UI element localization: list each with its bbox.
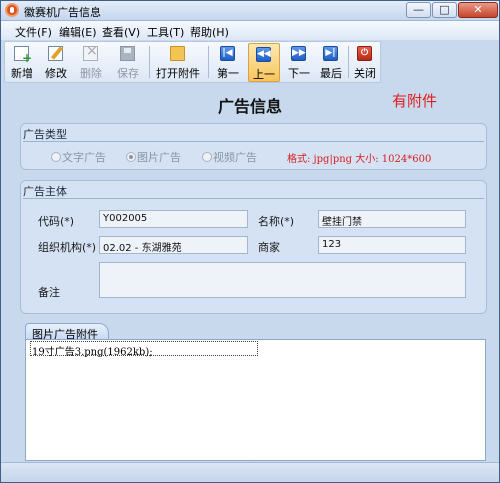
- save-button[interactable]: 保存: [111, 43, 145, 82]
- new-button[interactable]: 新增: [7, 43, 37, 82]
- vendor-label: 商家: [258, 241, 280, 254]
- ad-type-group: 广告类型 文字广告 图片广告 视频广告 格式: jpg|png 大小: 1024…: [20, 123, 487, 170]
- title-bar: 徽赛机广告信息 — □ ✕: [1, 1, 499, 21]
- radio-circle: [202, 152, 212, 162]
- menu-help[interactable]: 帮助(H): [190, 24, 229, 40]
- name-field[interactable]: 壁挂门禁: [318, 210, 466, 228]
- vendor-field[interactable]: 123: [318, 236, 466, 254]
- attachment-panel: 19寸广告3.png(1962kb);: [25, 339, 486, 461]
- last-record-icon: ▶|: [323, 46, 338, 61]
- app-logo-icon: [5, 3, 19, 17]
- organization-label: 组织机构(*): [38, 241, 97, 254]
- window-title: 徽赛机广告信息: [24, 6, 101, 19]
- first-record-icon: |◀: [220, 46, 235, 61]
- modify-button[interactable]: 修改: [41, 43, 71, 82]
- window-close-button[interactable]: ✕: [458, 2, 498, 18]
- toolbar-separator: [208, 46, 209, 78]
- radio-image-ad-label: 图片广告: [137, 151, 181, 164]
- new-button-label: 新增: [11, 67, 33, 80]
- save-disk-icon: [120, 46, 135, 61]
- delete-button[interactable]: 删除: [75, 43, 107, 82]
- first-record-button[interactable]: |◀ 第一: [212, 43, 244, 82]
- form-content: 广告信息 有附件 广告类型 文字广告 图片广告 视频广告 格式: jpg|png…: [4, 86, 496, 461]
- next-record-button[interactable]: ▶▶ 下一: [283, 43, 315, 82]
- radio-circle: [51, 152, 61, 162]
- menu-file[interactable]: 文件(F): [15, 24, 52, 40]
- ad-subject-group: 广告主体 代码(*) Y002005 名称(*) 壁挂门禁 组织机构(*) 02…: [20, 180, 487, 314]
- menu-edit[interactable]: 编辑(E): [59, 24, 97, 40]
- name-label: 名称(*): [258, 215, 295, 228]
- menu-tools[interactable]: 工具(T): [147, 24, 184, 40]
- status-bar: [1, 462, 499, 482]
- edit-icon: [48, 46, 63, 61]
- maximize-button[interactable]: □: [432, 2, 457, 18]
- radio-text-ad-label: 文字广告: [62, 151, 106, 164]
- last-record-label: 最后: [320, 67, 342, 80]
- remark-label: 备注: [38, 286, 60, 299]
- menu-bar: 文件(F) 编辑(E) 查看(V) 工具(T) 帮助(H): [1, 21, 499, 40]
- open-attachment-label: 打开附件: [156, 67, 200, 80]
- radio-image-ad[interactable]: 图片广告: [126, 149, 181, 165]
- close-form-button[interactable]: ⏻ 关闭: [350, 43, 380, 82]
- radio-circle-selected: [126, 152, 136, 162]
- last-record-button[interactable]: ▶| 最后: [315, 43, 347, 82]
- attachment-flag: 有附件: [392, 92, 438, 110]
- format-hint: 格式: jpg|png 大小: 1024*600: [287, 154, 432, 165]
- menu-view[interactable]: 查看(V): [102, 24, 140, 40]
- radio-video-ad[interactable]: 视频广告: [202, 149, 257, 165]
- previous-record-icon: ◀◀: [256, 47, 271, 62]
- ad-subject-group-title: 广告主体: [23, 183, 488, 199]
- remark-field[interactable]: [99, 262, 466, 298]
- next-record-label: 下一: [288, 67, 310, 80]
- toolbar: 新增 修改 删除 保存 打开附件 |◀ 第一 ◀◀ 上一 ▶▶: [4, 41, 381, 83]
- open-attachment-button[interactable]: 打开附件: [153, 43, 203, 82]
- code-label: 代码(*): [38, 215, 75, 228]
- organization-field[interactable]: 02.02 - 东湖雅苑: [99, 236, 248, 254]
- tab-image-attachment[interactable]: 图片广告附件: [25, 323, 109, 341]
- previous-record-label: 上一: [253, 68, 275, 81]
- radio-text-ad[interactable]: 文字广告: [51, 149, 106, 165]
- toolbar-separator: [149, 46, 150, 78]
- minimize-button[interactable]: —: [406, 2, 431, 18]
- close-form-label: 关闭: [354, 67, 376, 80]
- save-button-label: 保存: [117, 67, 139, 80]
- app-window: 徽赛机广告信息 — □ ✕ 文件(F) 编辑(E) 查看(V) 工具(T) 帮助…: [0, 0, 500, 483]
- folder-open-icon: [170, 46, 185, 61]
- ad-type-group-title: 广告类型: [23, 126, 488, 142]
- next-record-icon: ▶▶: [291, 46, 306, 61]
- new-document-icon: [14, 46, 32, 65]
- delete-icon: [83, 43, 98, 61]
- attachment-file-item[interactable]: 19寸广告3.png(1962kb);: [30, 341, 258, 358]
- previous-record-button[interactable]: ◀◀ 上一: [248, 43, 280, 82]
- toolbar-separator: [348, 46, 349, 78]
- radio-video-ad-label: 视频广告: [213, 151, 257, 164]
- first-record-label: 第一: [217, 67, 239, 80]
- power-close-icon: ⏻: [357, 46, 372, 61]
- modify-button-label: 修改: [45, 67, 67, 80]
- code-field[interactable]: Y002005: [99, 210, 248, 228]
- delete-button-label: 删除: [80, 67, 102, 80]
